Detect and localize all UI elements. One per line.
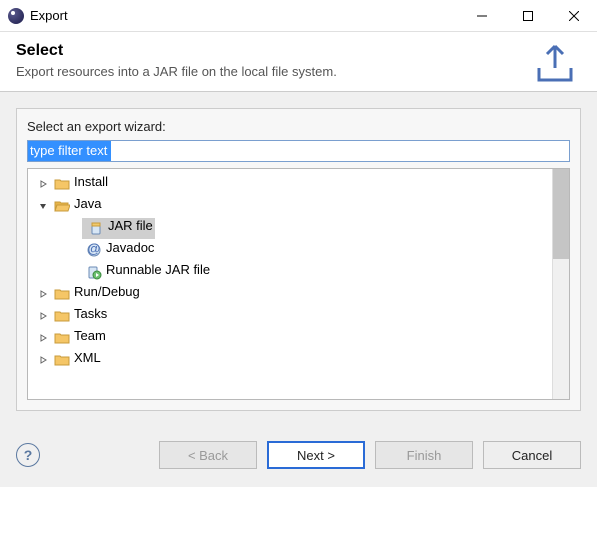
tree-item[interactable]: Install: [28, 173, 552, 195]
next-button[interactable]: Next >: [267, 441, 365, 469]
folder-closed-icon: [54, 330, 70, 346]
folder-closed-icon: [54, 286, 70, 302]
folder-closed-icon: [54, 176, 70, 192]
wizard-tree[interactable]: Install Java JAR file @ Javadoc Runnable JAR …: [28, 169, 552, 399]
dialog-header: Select Export resources into a JAR file …: [0, 32, 597, 92]
help-icon[interactable]: ?: [16, 443, 40, 467]
close-button[interactable]: [551, 0, 597, 32]
wizard-label: Select an export wizard:: [27, 119, 570, 134]
expander-spacer: [68, 265, 82, 279]
svg-text:@: @: [87, 242, 100, 256]
runnable-jar-icon: [86, 264, 102, 280]
app-icon: [8, 8, 24, 24]
page-subtitle: Export resources into a JAR file on the …: [16, 64, 581, 79]
tree-item[interactable]: Run/Debug: [28, 283, 552, 305]
minimize-button[interactable]: [459, 0, 505, 32]
expand-icon[interactable]: [36, 309, 50, 323]
tree-item[interactable]: Team: [28, 327, 552, 349]
collapse-icon[interactable]: [36, 199, 50, 213]
tree-item[interactable]: Runnable JAR file: [28, 261, 552, 283]
tree-item-label: Javadoc: [106, 240, 154, 255]
maximize-button[interactable]: [505, 0, 551, 32]
folder-closed-icon: [54, 308, 70, 324]
tree-item[interactable]: JAR file: [28, 217, 552, 239]
tree-item-label: JAR file: [108, 218, 153, 233]
javadoc-icon: @: [86, 242, 102, 258]
folder-open-icon: [54, 198, 70, 214]
wizard-panel: Select an export wizard: type filter tex…: [16, 108, 581, 411]
expander-spacer: [68, 221, 82, 235]
tree-item-label: Team: [74, 328, 106, 343]
expand-icon[interactable]: [36, 353, 50, 367]
tree-item-label: XML: [74, 350, 101, 365]
tree-item[interactable]: Java: [28, 195, 552, 217]
export-icon: [531, 38, 579, 86]
tree-item-label: Install: [74, 174, 108, 189]
back-button[interactable]: < Back: [159, 441, 257, 469]
jar-file-icon: [88, 220, 104, 236]
tree-item[interactable]: @ Javadoc: [28, 239, 552, 261]
dialog-content: Select an export wizard: type filter tex…: [0, 92, 597, 427]
finish-button[interactable]: Finish: [375, 441, 473, 469]
folder-closed-icon: [54, 352, 70, 368]
window-controls: [459, 0, 597, 32]
window-title: Export: [30, 8, 459, 23]
tree-item[interactable]: XML: [28, 349, 552, 371]
tree-item-label: Runnable JAR file: [106, 262, 210, 277]
vertical-scrollbar[interactable]: [552, 169, 569, 399]
cancel-button[interactable]: Cancel: [483, 441, 581, 469]
tree-item-label: Tasks: [74, 306, 107, 321]
filter-input[interactable]: type filter text​: [27, 140, 570, 162]
tree-item-label: Run/Debug: [74, 284, 140, 299]
scrollbar-thumb[interactable]: [553, 169, 569, 259]
tree-item-label: Java: [74, 196, 101, 211]
tree-item[interactable]: Tasks: [28, 305, 552, 327]
title-bar: Export: [0, 0, 597, 32]
filter-placeholder: type filter text: [28, 141, 109, 161]
expand-icon[interactable]: [36, 331, 50, 345]
page-title: Select: [16, 42, 581, 60]
expand-icon[interactable]: [36, 287, 50, 301]
expander-spacer: [68, 243, 82, 257]
dialog-footer: ? < Back Next > Finish Cancel: [0, 427, 597, 487]
wizard-tree-container: Install Java JAR file @ Javadoc Runnable JAR …: [27, 168, 570, 400]
expand-icon[interactable]: [36, 177, 50, 191]
